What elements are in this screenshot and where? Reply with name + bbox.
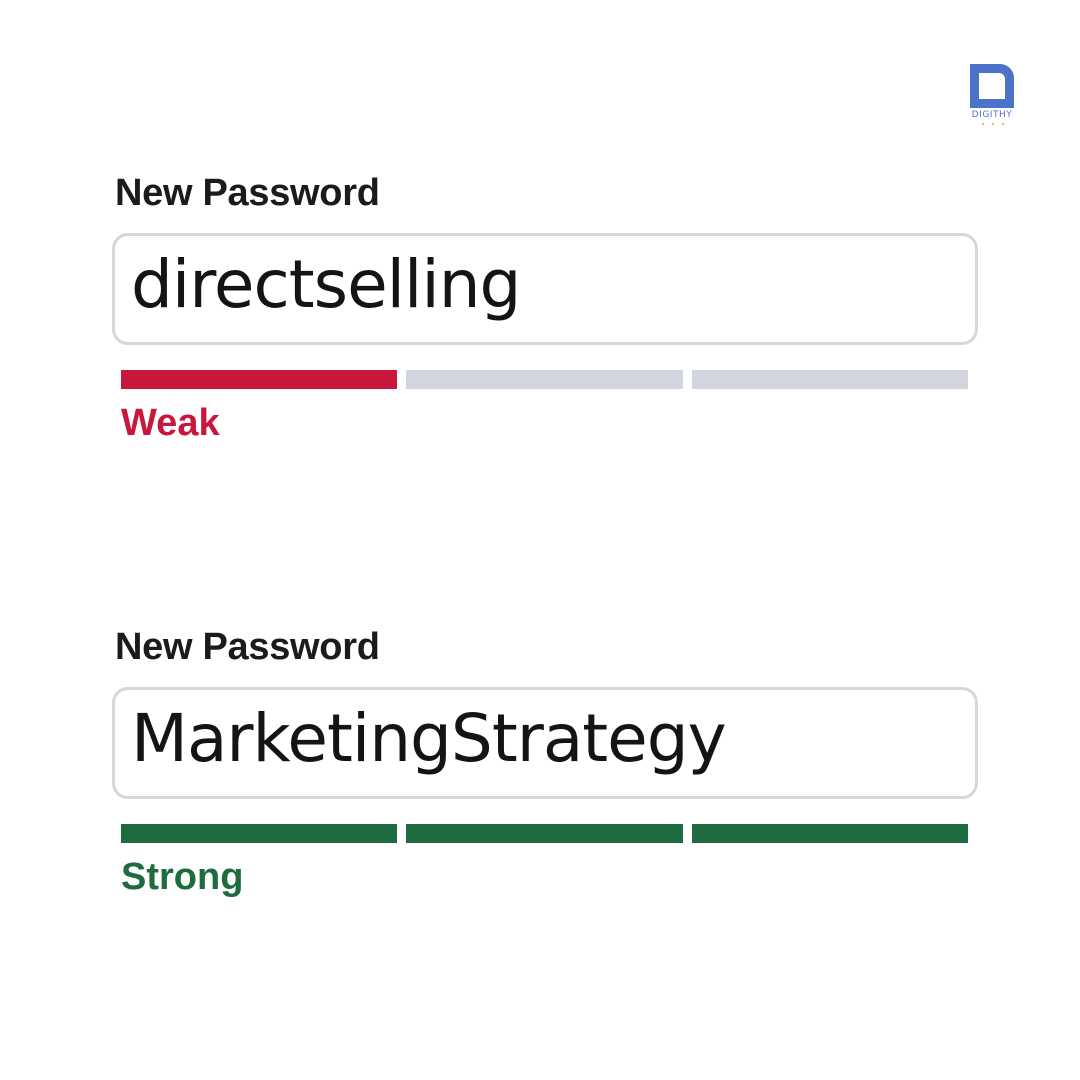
- strength-segment: [121, 824, 398, 843]
- strength-meter: [121, 370, 968, 389]
- strength-segment: [121, 370, 398, 389]
- password-input[interactable]: directselling: [112, 233, 978, 345]
- logo-wordmark: DIGITHY: [971, 110, 1013, 120]
- strength-segment: [691, 824, 968, 843]
- field-label: New Password: [115, 626, 380, 668]
- brand-logo: DIGITHY: [968, 64, 1018, 126]
- strength-label: Strong: [121, 856, 244, 898]
- password-value: MarketingStrategy: [131, 700, 727, 777]
- logo-dots-icon: [981, 122, 1005, 126]
- strength-segment: [406, 824, 683, 843]
- strength-meter: [121, 824, 968, 843]
- strength-segment: [406, 370, 683, 389]
- strength-segment: [691, 370, 968, 389]
- password-value: directselling: [131, 246, 521, 323]
- logo-d-icon: [970, 64, 1014, 108]
- strength-label: Weak: [121, 402, 220, 444]
- field-label: New Password: [115, 172, 380, 214]
- password-input[interactable]: MarketingStrategy: [112, 687, 978, 799]
